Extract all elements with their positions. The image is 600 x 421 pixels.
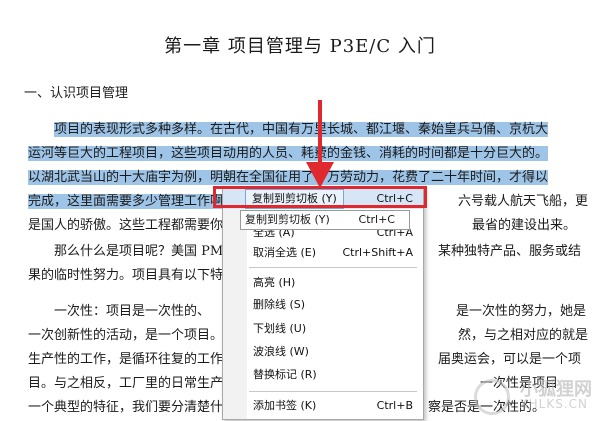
selected-text[interactable]: 以湖北武当山的十大庙宇为例，明朝在全国征用了十万劳动力，花费了二十年时间，才得以 bbox=[28, 170, 549, 185]
menu-item-strikethrough[interactable]: 删除线 (S) bbox=[223, 295, 423, 315]
text-fragment: 最省的建设出来。 bbox=[472, 218, 577, 233]
text-fragment: 生产性的工作，是循环往复的工作 bbox=[28, 352, 224, 367]
chapter-title: 第一章 项目管理与 P3E/C 入门 bbox=[164, 36, 436, 57]
menu-item-underline[interactable]: 下划线 (U) bbox=[223, 319, 423, 339]
text-fragment: 届奥运会，可以是一个项 bbox=[438, 352, 582, 367]
text-fragment: 然，与之相对应的就是 bbox=[458, 328, 589, 343]
watermark-ring-icon bbox=[474, 379, 510, 415]
copy-tooltip: 复制到剪切板 (Y) Ctrl+C bbox=[240, 210, 410, 230]
text-fragment: 果的临时性努力。项目具有以下特 bbox=[28, 268, 224, 283]
selected-text[interactable]: 完成，这里面需要多少管理工作啊 bbox=[28, 194, 224, 209]
text-fragment: 一个典型的特征，我们要分清楚什么 bbox=[28, 400, 237, 415]
menu-item-highlight[interactable]: 高亮 (H) bbox=[223, 273, 423, 293]
menu-separator bbox=[249, 391, 417, 392]
text-fragment: 目。与之相反，工厂里的日常生产 bbox=[28, 376, 224, 391]
menu-item-wavy-line[interactable]: 波浪线 (W) bbox=[223, 342, 423, 362]
text-fragment: 那么什么是项目呢？美国 PM bbox=[54, 244, 224, 259]
menu-item-add-bookmark[interactable]: 添加书签 (K) Ctrl+B bbox=[223, 396, 423, 416]
menu-separator bbox=[249, 267, 417, 268]
text-fragment: 一次性：项目是一次性的、 bbox=[54, 304, 211, 319]
selected-text[interactable]: 运河等巨大的工程项目，这些项目动用的人员、耗费的金钱、消耗的时间都是十分巨大的。 bbox=[28, 146, 549, 161]
text-fragment: 六号载人航天飞船，更 bbox=[458, 194, 589, 209]
watermark-subtext: XHLKS.CN bbox=[519, 397, 588, 411]
watermark-logo: 小狐狸网 XHLKS.CN bbox=[474, 375, 592, 415]
menu-item-deselect-all[interactable]: 取消全选 (E) Ctrl+Shift+A bbox=[223, 243, 423, 263]
text-fragment: 是国人的骄傲。这些工程都需要你 bbox=[28, 218, 224, 233]
text-fragment: 是一次性的努力，她是 bbox=[456, 304, 587, 319]
menu-item-replace-mark[interactable]: 替换标记 (R) bbox=[223, 365, 423, 385]
section-heading: 一、认识项目管理 bbox=[24, 86, 129, 101]
text-fragment: 某种独特产品、服务或结 bbox=[438, 244, 582, 259]
highlight-box bbox=[213, 186, 427, 208]
text-fragment: 一次创新性的活动，是一个项目。 bbox=[28, 328, 224, 343]
red-arrow-icon bbox=[306, 100, 334, 188]
